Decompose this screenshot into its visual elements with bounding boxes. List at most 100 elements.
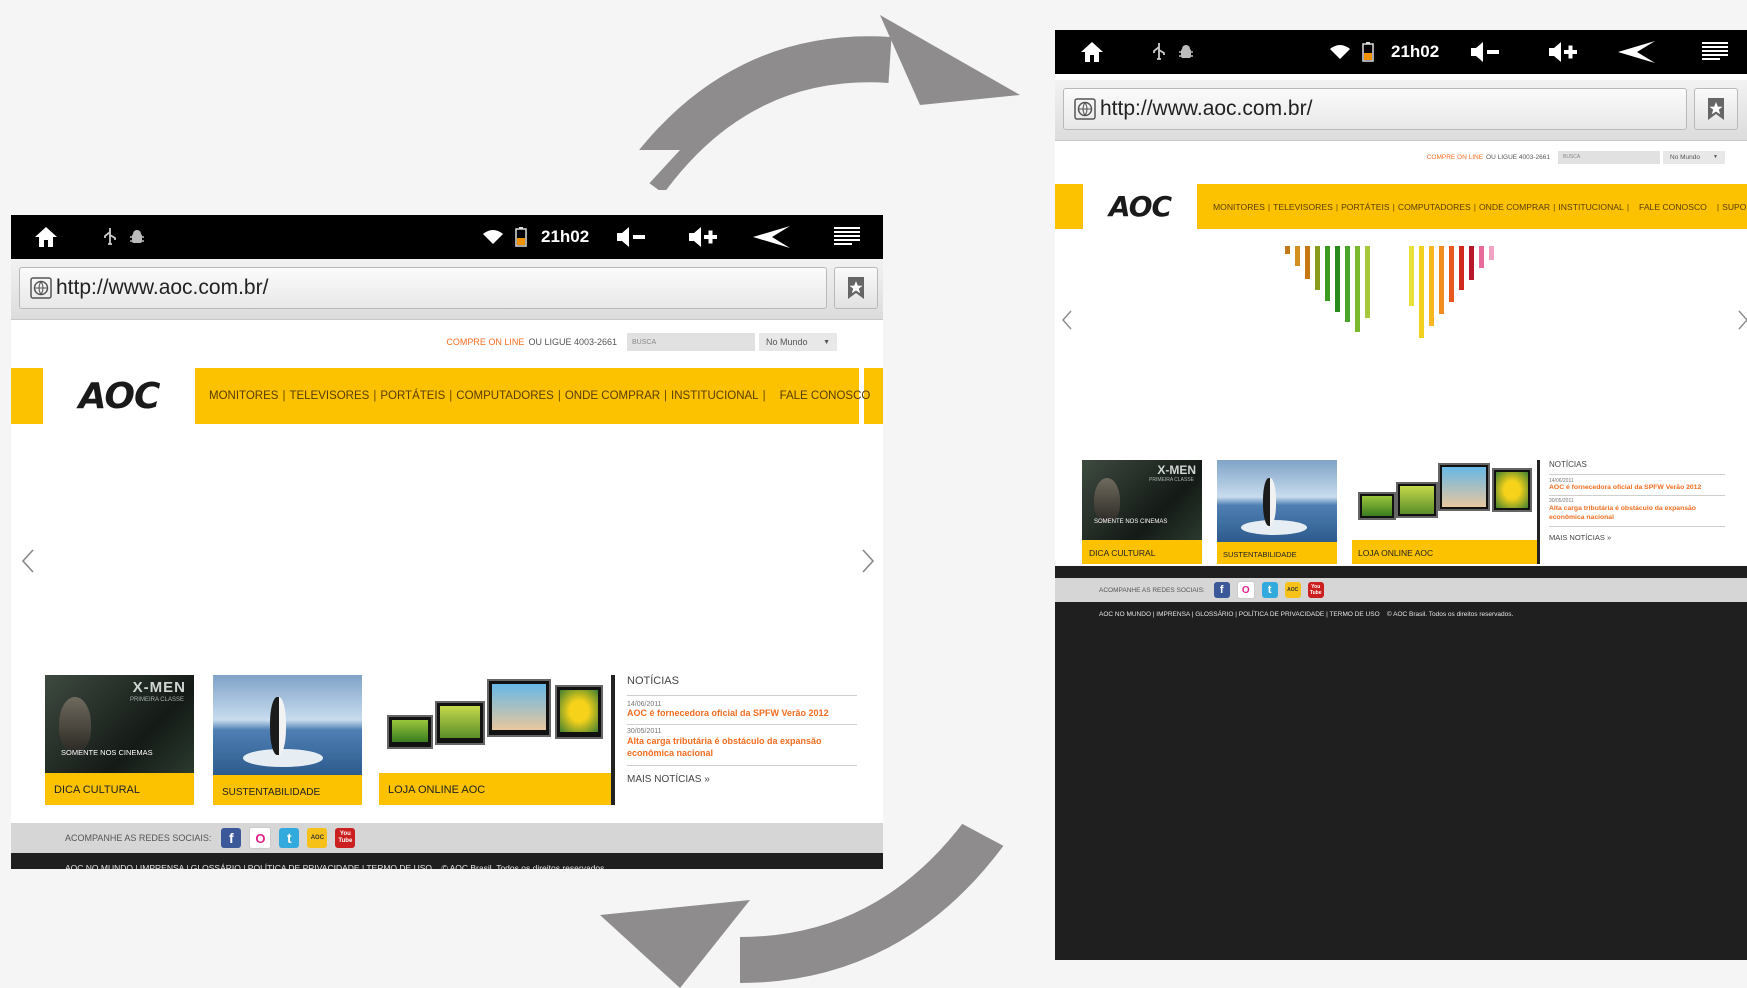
actor-photo <box>59 697 91 751</box>
bookmark-button[interactable] <box>1694 88 1738 130</box>
volume-down-icon[interactable] <box>614 215 648 259</box>
url-field[interactable]: http://www.aoc.com.br/ <box>19 267 827 309</box>
clock: 21h02 <box>1391 42 1440 61</box>
news-link[interactable]: AOC é fornecedora oficial da SPFW Verão … <box>1549 484 1725 491</box>
logo-box[interactable]: AOC <box>43 368 195 424</box>
news-link[interactable]: Alta carga tributária é obstáculo da exp… <box>1549 504 1721 522</box>
nav-onde-comprar[interactable]: ONDE COMPRAR <box>565 390 660 402</box>
orkut-icon[interactable]: O <box>249 827 272 849</box>
back-icon[interactable] <box>1616 30 1658 74</box>
tile-caption: LOJA ONLINE AOC <box>388 784 486 796</box>
nav-fale-conosco[interactable]: FALE CONOSCO <box>1639 202 1707 212</box>
orkut-icon[interactable]: O <box>1236 581 1255 599</box>
nav-separator: | <box>282 390 286 402</box>
news-divider <box>627 724 857 725</box>
region-select[interactable]: No Mundo ▼ <box>759 333 837 351</box>
landscape-screenshot: 21h02 http://www.aoc.com.br/ COMPRE ON L… <box>11 215 883 869</box>
bookmark-button[interactable] <box>834 267 878 309</box>
more-news-link[interactable]: MAIS NOTÍCIAS » <box>627 774 857 785</box>
tile-dica-cultural[interactable]: X-MEN PRIMEIRA CLASSE SOMENTE NOS CINEMA… <box>1082 460 1202 564</box>
carousel-prev-button[interactable] <box>19 548 37 581</box>
nav-portateis[interactable]: PORTÁTEIS <box>1341 202 1390 212</box>
web-page: COMPRE ON LINE OU LIGUE 4003-2661 BUSCA … <box>11 320 883 869</box>
tile-loja-online[interactable]: LOJA ONLINE AOC <box>379 675 615 805</box>
facebook-icon[interactable]: f <box>221 828 242 848</box>
volume-down-icon[interactable] <box>1468 30 1502 74</box>
address-bar: http://www.aoc.com.br/ <box>1055 80 1747 141</box>
ice-floe <box>243 749 323 767</box>
menu-icon[interactable] <box>831 215 863 259</box>
nav-institucional[interactable]: INSTITUCIONAL <box>1558 202 1623 212</box>
logo-box[interactable]: AOC <box>1083 184 1197 229</box>
android-debug-icon <box>1176 30 1196 74</box>
tile-sustentabilidade[interactable]: SUSTENTABILIDADE <box>1217 460 1337 564</box>
search-input[interactable]: BUSCA <box>1558 150 1660 164</box>
facebook-icon[interactable]: f <box>1213 582 1230 598</box>
nav-suporte[interactable]: SUPORTE <box>1722 202 1747 212</box>
globe-icon <box>1074 98 1096 120</box>
news-panel: NOTÍCIAS 14/06/2011 AOC é fornecedora of… <box>1549 460 1725 542</box>
tile-dica-cultural[interactable]: X-MEN PRIMEIRA CLASSE SOMENTE NOS CINEMA… <box>45 675 194 805</box>
tile-sustentabilidade[interactable]: SUSTENTABILIDADE <box>213 675 362 805</box>
volume-up-icon[interactable] <box>1546 30 1580 74</box>
nav-televisores[interactable]: TELEVISORES <box>289 390 369 402</box>
nav-monitores[interactable]: MONITORES <box>1213 202 1265 212</box>
double-chevron-icon: » <box>704 774 710 785</box>
menu-icon[interactable] <box>1699 30 1731 74</box>
news-link[interactable]: AOC é fornecedora oficial da SPFW Verão … <box>627 708 857 718</box>
news-date: 30/05/2011 <box>627 728 662 735</box>
monitor-thumb <box>555 685 603 739</box>
twitter-icon[interactable]: t <box>279 828 300 848</box>
android-debug-icon <box>127 215 147 259</box>
home-icon[interactable] <box>33 215 59 259</box>
banner-subtitle: PRIMEIRA CLASSE <box>129 697 184 703</box>
home-icon[interactable] <box>1079 30 1105 74</box>
portrait-screenshot: 21h02 http://www.aoc.com.br/ COMPRE ON L… <box>1055 30 1747 960</box>
carousel-next-button[interactable] <box>1735 307 1747 338</box>
youtube-icon[interactable]: You Tube <box>335 828 356 848</box>
tile-image: X-MEN PRIMEIRA CLASSE SOMENTE NOS CINEMA… <box>45 675 194 773</box>
region-select[interactable]: No Mundo ▼ <box>1663 150 1725 164</box>
nav-institucional[interactable]: INSTITUCIONAL <box>671 390 759 402</box>
url-field[interactable]: http://www.aoc.com.br/ <box>1063 88 1687 130</box>
nav-fale-conosco[interactable]: FALE CONOSCO <box>780 390 871 402</box>
buy-online-link[interactable]: COMPRE ON LINE <box>1427 154 1483 161</box>
nav-computadores[interactable]: COMPUTADORES <box>1398 202 1471 212</box>
search-input[interactable]: BUSCA <box>627 333 755 351</box>
banner-text: SOMENTE NOS CINEMAS <box>61 748 153 757</box>
aoc-blog-icon[interactable]: AOC <box>307 828 328 848</box>
rotate-arrow-bottom <box>600 820 1030 988</box>
carousel-prev-button[interactable] <box>1059 307 1075 338</box>
nav-separator: | <box>557 390 561 402</box>
carousel-next-button[interactable] <box>859 548 877 581</box>
nav-monitores[interactable]: MONITORES <box>209 390 278 402</box>
tile-loja-online[interactable]: LOJA ONLINE AOC <box>1352 460 1540 564</box>
tile-caption: DICA CULTURAL <box>54 784 140 796</box>
twitter-icon[interactable]: t <box>1261 582 1278 598</box>
aoc-blog-icon[interactable]: AOC <box>1284 582 1301 598</box>
more-news-link[interactable]: MAIS NOTÍCIAS » <box>1549 533 1725 542</box>
volume-up-icon[interactable] <box>686 215 720 259</box>
nav-televisores[interactable]: TELEVISORES <box>1273 202 1333 212</box>
monitor-thumb <box>435 701 485 745</box>
wifi-icon <box>1328 30 1352 74</box>
nav-portateis[interactable]: PORTÁTEIS <box>380 390 445 402</box>
buy-online-link[interactable]: COMPRE ON LINE <box>446 337 524 347</box>
chevron-down-icon: ▼ <box>823 338 830 346</box>
back-icon[interactable] <box>751 215 793 259</box>
news-title: NOTÍCIAS <box>1549 460 1587 469</box>
news-link[interactable]: Alta carga tributária é obstáculo da exp… <box>627 735 852 759</box>
more-news-label: MAIS NOTÍCIAS <box>1549 533 1605 542</box>
news-panel: NOTÍCIAS 14/06/2011 AOC é fornecedora of… <box>627 675 857 785</box>
nav-computadores[interactable]: COMPUTADORES <box>456 390 554 402</box>
footer: AOC NO MUNDO | IMPRENSA | GLOSSÁRIO | PO… <box>1055 602 1747 960</box>
aoc-logo: AOC <box>78 375 161 417</box>
status-bar: 21h02 <box>11 215 883 259</box>
tile-caption: LOJA ONLINE AOC <box>1358 548 1434 558</box>
tile-image: X-MEN PRIMEIRA CLASSE SOMENTE NOS CINEMA… <box>1082 460 1202 540</box>
nav-onde-comprar[interactable]: ONDE COMPRAR <box>1479 202 1550 212</box>
tile-image <box>213 675 362 775</box>
youtube-icon[interactable]: You Tube <box>1307 582 1324 598</box>
news-divider <box>1549 474 1725 475</box>
chevron-right-icon <box>1738 310 1747 330</box>
